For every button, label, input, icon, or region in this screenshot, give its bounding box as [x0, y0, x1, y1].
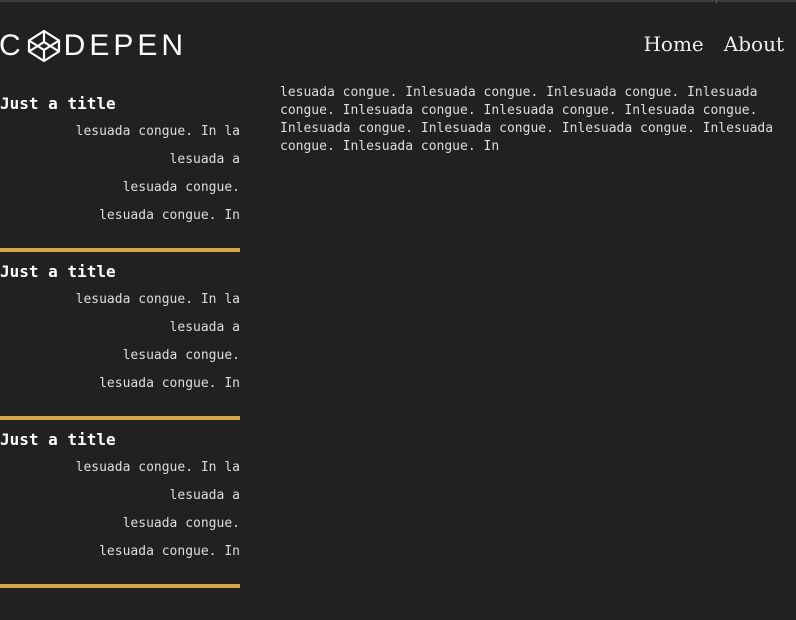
site-header: C DEPEN Home About: [0, 24, 796, 68]
card-line: lesuada a: [169, 152, 240, 167]
card-title: Just a title: [0, 262, 116, 281]
card-body: lesuada congue. In la lesuada a lesuada co…: [0, 286, 240, 398]
card-line: lesuada congue.: [122, 516, 240, 531]
main-paragraph: lesuada congue. Inlesuada congue. Inlesu…: [280, 85, 774, 154]
window-top-notch: [716, 0, 717, 4]
codepen-cube-icon: [27, 29, 60, 63]
window-top-border: [0, 0, 796, 2]
card-line: lesuada congue. In: [99, 544, 240, 559]
logo-text-end: DEPEN: [63, 29, 188, 62]
main-nav: Home About: [643, 30, 784, 58]
codepen-logo[interactable]: C DEPEN: [0, 24, 187, 68]
card-line: lesuada a: [169, 320, 240, 335]
card-divider: [0, 584, 240, 588]
nav-link-about[interactable]: About: [724, 30, 784, 58]
card-body: lesuada congue. In la lesuada a lesuada co…: [0, 454, 240, 566]
card-line: lesuada congue. In la: [75, 460, 240, 475]
sidebar-card: Just a title lesuada congue. In la lesuad…: [0, 252, 240, 420]
card-line: lesuada congue. In la: [75, 292, 240, 307]
sidebar-card: Just a title lesuada congue. In la lesuad…: [0, 84, 240, 252]
card-line: lesuada congue.: [122, 348, 240, 363]
card-line: lesuada congue.: [122, 180, 240, 195]
logo-text-start: C: [0, 29, 25, 62]
main-content: lesuada congue. Inlesuada congue. Inlesu…: [280, 84, 788, 156]
nav-link-home[interactable]: Home: [643, 30, 703, 58]
card-line: lesuada a: [169, 488, 240, 503]
card-line: lesuada congue. In: [99, 208, 240, 223]
sidebar-card: Just a title lesuada congue. In la lesuad…: [0, 420, 240, 588]
card-line: lesuada congue. In la: [75, 124, 240, 139]
card-title: Just a title: [0, 430, 116, 449]
card-line: lesuada congue. In: [99, 376, 240, 391]
card-title: Just a title: [0, 94, 116, 113]
card-body: lesuada congue. In la lesuada a lesuada co…: [0, 118, 240, 230]
sidebar: Just a title lesuada congue. In la lesuad…: [0, 84, 240, 588]
